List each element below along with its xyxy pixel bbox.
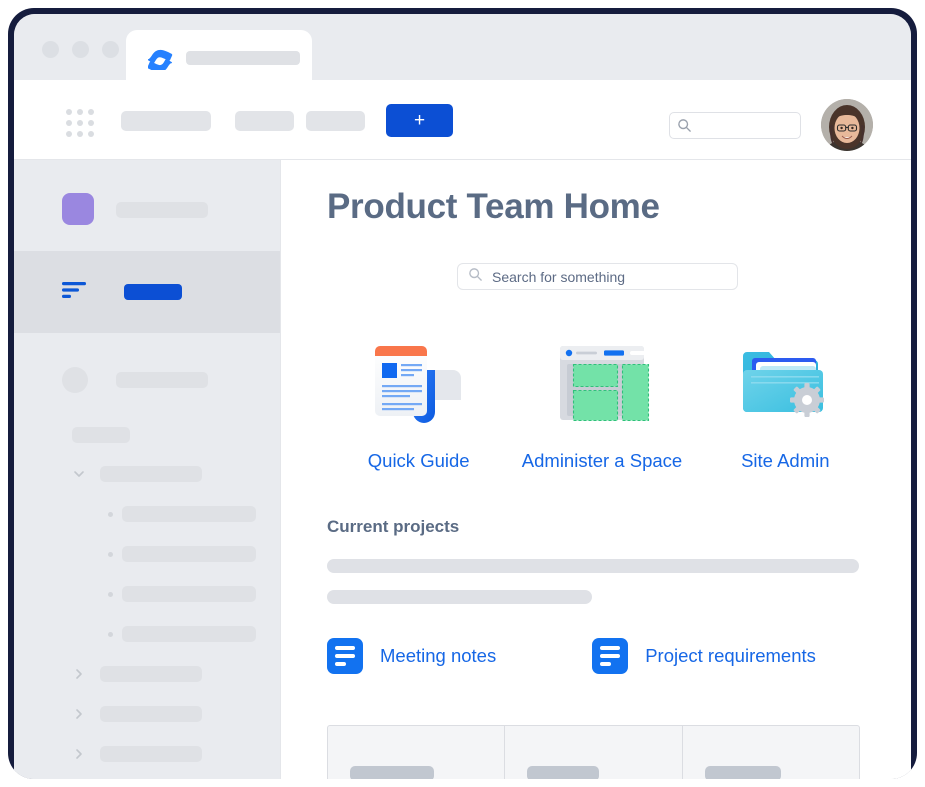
browser-titlebar [14,14,911,86]
sidebar-item-active[interactable] [14,251,280,333]
grid-dot [77,131,83,137]
grid-dot [66,120,72,126]
space-name-placeholder [116,202,208,218]
grid-dot [66,131,72,137]
sidebar-item-group[interactable] [14,697,280,737]
page-link-label: Project requirements [645,645,816,666]
confluence-logo-icon [147,46,174,73]
sidebar-item-label [122,506,256,522]
grid-dot [88,120,94,126]
table-header-cell[interactable] [505,726,683,779]
sidebar-active-label-placeholder [124,284,182,300]
grid-dot [88,131,94,137]
sidebar-item-child[interactable] [14,497,280,537]
table-header-placeholder [704,766,781,779]
space-avatar [62,193,94,225]
grid-dot [77,120,83,126]
page-lines-icon [327,638,363,674]
search-icon [468,267,483,287]
sidebar [14,160,280,779]
maximize-dot[interactable] [72,41,89,58]
page-link-label: Meeting notes [380,645,497,666]
sidebar-item-group[interactable] [14,457,280,497]
sidebar-item-user[interactable] [14,363,280,403]
project-text-placeholder [327,590,592,604]
grid-dot [77,109,83,115]
avatar-circle-icon [62,367,88,393]
bullet-icon [108,592,113,597]
content-list-icon [62,282,88,300]
user-avatar[interactable] [821,99,873,151]
tab-title-placeholder [186,51,300,65]
section-heading-current-projects: Current projects [327,517,460,536]
shortcut-site-admin[interactable]: Site Admin [694,338,877,472]
sidebar-nav-list [14,333,280,777]
folder-gear-icon [694,338,877,430]
shortcut-label: Administer a Space [521,450,683,471]
table-header-cell[interactable] [328,726,506,779]
shortcut-tiles: Quick Guide Administer a Space Site Admi… [327,338,877,472]
window-controls [42,41,119,58]
sidebar-item-group[interactable] [14,737,280,777]
page-link-meeting-notes[interactable]: Meeting notes [327,638,496,674]
minimize-dot[interactable] [42,41,59,58]
sidebar-item-label [116,372,208,388]
chevron-right-icon[interactable] [72,667,86,681]
sidebar-item-group[interactable] [14,657,280,697]
close-dot[interactable] [102,41,119,58]
sidebar-item-child[interactable] [14,537,280,577]
app-switcher-grid-icon[interactable] [66,109,94,137]
page-lines-icon [592,638,629,674]
chevron-right-icon[interactable] [72,707,86,721]
nav-item-placeholder[interactable] [121,111,211,131]
nav-item-placeholder[interactable] [235,111,294,131]
document-guide-icon [327,338,510,430]
table-header-cell[interactable] [683,726,859,779]
app-body: Product Team Home Search for something Q… [14,160,911,779]
chevron-down-icon[interactable] [72,467,86,481]
table-header-placeholder [350,766,434,779]
sidebar-section-label [72,427,130,443]
browser-tab[interactable] [126,30,312,86]
project-text-placeholder [327,559,859,573]
sidebar-item-child[interactable] [14,577,280,617]
sidebar-section-header [14,403,280,457]
search-icon [677,118,692,138]
space-layout-icon [510,338,693,430]
sidebar-item-label [122,546,256,562]
sidebar-item-label [122,626,256,642]
nav-search-input[interactable] [669,112,801,139]
chevron-right-icon[interactable] [72,747,86,761]
shortcut-label: Quick Guide [367,450,470,471]
page-links: Meeting notes Project requirements [327,638,887,674]
create-button[interactable]: + [386,104,453,137]
sidebar-item-label [100,666,202,682]
search-placeholder: Search for something [492,268,626,285]
browser-frame: + Product Team Home Search for something… [8,8,917,779]
search-input[interactable]: Search for something [457,263,738,290]
shortcut-label: Site Admin [741,450,830,471]
shortcut-administer-space[interactable]: Administer a Space [510,338,693,472]
shortcut-quick-guide[interactable]: Quick Guide [327,338,510,472]
grid-dot [66,109,72,115]
sidebar-space-header[interactable] [14,160,280,251]
table-header-placeholder [527,766,600,779]
bullet-icon [108,552,113,557]
sidebar-item-label [100,466,202,482]
sidebar-item-label [100,746,202,762]
sidebar-item-child[interactable] [14,617,280,657]
browser-window: + Product Team Home Search for something… [14,14,911,779]
sidebar-item-label [122,586,256,602]
grid-dot [88,109,94,115]
main-content: Product Team Home Search for something Q… [280,160,911,779]
page-link-project-requirements[interactable]: Project requirements [592,638,816,674]
bullet-icon [108,632,113,637]
page-title: Product Team Home [327,187,660,226]
data-table [327,725,860,779]
sidebar-item-label [100,706,202,722]
nav-item-placeholder[interactable] [306,111,365,131]
bullet-icon [108,512,113,517]
